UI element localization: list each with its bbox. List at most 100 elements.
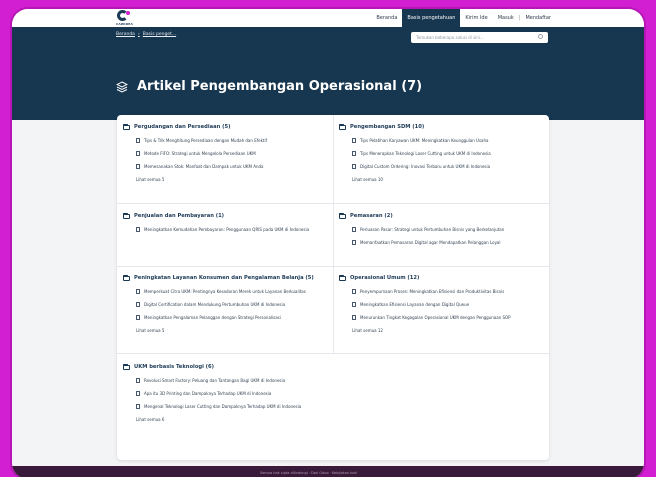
article-title: Meningkatkan Kemudahan Pembayaran: Pengg… bbox=[144, 227, 310, 232]
article-link[interactable]: Perluasan Pasar: Strategi untuk Pertumbu… bbox=[352, 227, 504, 232]
section-title-link[interactable]: Pengembangan SDM (10) bbox=[339, 123, 491, 130]
section-pengembangan-sdm: Pengembangan SDM (10) Tips Pelatihan Kar… bbox=[339, 123, 491, 182]
article-title: Meningkatkan Pengalaman Pelanggan dengan… bbox=[144, 315, 281, 320]
article-link[interactable]: Meningkatkan Pengalaman Pelanggan dengan… bbox=[136, 315, 314, 320]
see-all-link[interactable]: Lihat semua 5 bbox=[136, 328, 314, 333]
folder-icon bbox=[123, 274, 130, 281]
document-icon bbox=[136, 227, 140, 232]
article-title: Mengenal Teknologi Laser Cutting dan Dam… bbox=[144, 404, 302, 409]
article-title: Metode FIFO: Strategi untuk Mengelola Pe… bbox=[144, 151, 256, 156]
article-title: Penyempurnaan Proses: Meningkatkan Efisi… bbox=[360, 289, 505, 294]
page-title-row: Artikel Pengembangan Operasional (7) bbox=[116, 79, 422, 94]
document-icon bbox=[136, 164, 140, 169]
breadcrumb-current[interactable]: Basis penget... bbox=[143, 32, 176, 37]
article-title: Memanfaatkan Pemasaran Digital agar Mend… bbox=[360, 240, 501, 245]
article-link[interactable]: Meningkatkan Efisiensi Layanan dengan Di… bbox=[352, 302, 511, 307]
row-divider bbox=[117, 266, 549, 267]
section-pemasaran: Pemasaran (2) Perluasan Pasar: Strategi … bbox=[339, 212, 504, 245]
article-link[interactable]: Digital Certification dalam Mendukung Pe… bbox=[136, 302, 314, 307]
document-icon bbox=[136, 315, 140, 320]
section-pergudangan: Pergudangan dan Persediaan (5) Tips & Tr… bbox=[123, 123, 267, 182]
see-all-link[interactable]: Lihat semua 10 bbox=[352, 177, 491, 182]
nav-basis-pengetahuan[interactable]: Basis pengetahuan bbox=[402, 9, 461, 27]
document-icon bbox=[352, 240, 356, 245]
section-title-link[interactable]: UKM berbasis Teknologi (6) bbox=[123, 363, 301, 370]
folder-icon bbox=[123, 212, 130, 219]
section-title: Peningkatan Layanan Konsumen dan Pengala… bbox=[134, 275, 314, 281]
see-all-link[interactable]: Lihat semua 12 bbox=[352, 328, 511, 333]
breadcrumb-home[interactable]: Beranda bbox=[116, 32, 135, 37]
article-title: Revolusi Smart Factory: Peluang dan Tant… bbox=[144, 378, 286, 383]
section-title: UKM berbasis Teknologi (6) bbox=[134, 364, 215, 370]
article-link[interactable]: Revolusi Smart Factory: Peluang dan Tant… bbox=[136, 378, 301, 383]
section-title: Penjualan dan Pembayaran (1) bbox=[134, 213, 225, 219]
article-title: Tips Menerapkan Teknologi Laser Cutting … bbox=[360, 151, 491, 156]
article-title: Digital Certification dalam Mendukung Pe… bbox=[144, 302, 286, 307]
document-icon bbox=[352, 227, 356, 232]
layers-icon bbox=[116, 80, 128, 93]
article-link[interactable]: Apa itu 3D Printing dan Dampaknya Terhad… bbox=[136, 391, 301, 396]
page-title: Artikel Pengembangan Operasional (7) bbox=[137, 79, 423, 94]
breadcrumb-separator-icon: › bbox=[137, 32, 140, 37]
article-link[interactable]: Digital Custom Ordering: Inovasi Terbaru… bbox=[352, 164, 491, 169]
article-link[interactable]: Metode FIFO: Strategi untuk Mengelola Pe… bbox=[136, 151, 267, 156]
section-ukm-teknologi: UKM berbasis Teknologi (6) Revolusi Smar… bbox=[123, 363, 301, 422]
article-link[interactable]: Penyempurnaan Proses: Meningkatkan Efisi… bbox=[352, 289, 511, 294]
top-navbar: CAWIDEA Beranda Basis pengetahuan Kirim … bbox=[12, 9, 644, 27]
document-icon bbox=[136, 404, 140, 409]
document-icon bbox=[352, 138, 356, 143]
see-all-link[interactable]: Lihat semua 6 bbox=[136, 417, 301, 422]
nav-beranda[interactable]: Beranda bbox=[371, 9, 402, 27]
nav-kirim-ide[interactable]: Kirim Ide bbox=[460, 9, 492, 27]
logo-dot bbox=[126, 11, 130, 15]
article-link[interactable]: Tips Pelatihan Karyawan UKM: Meningkatka… bbox=[352, 138, 491, 143]
categories-card: Pergudangan dan Persediaan (5) Tips & Tr… bbox=[117, 115, 549, 460]
article-link[interactable]: Mengenal Teknologi Laser Cutting dan Dam… bbox=[136, 404, 301, 409]
section-title-link[interactable]: Penjualan dan Pembayaran (1) bbox=[123, 212, 309, 219]
section-title-link[interactable]: Operasional Umum (12) bbox=[339, 274, 511, 281]
section-title-link[interactable]: Pemasaran (2) bbox=[339, 212, 504, 219]
folder-icon bbox=[123, 363, 130, 370]
folder-icon bbox=[123, 123, 130, 130]
article-link[interactable]: Meningkatkan Kemudahan Pembayaran: Pengg… bbox=[136, 227, 309, 232]
row-divider bbox=[117, 353, 549, 354]
article-link[interactable]: Memanfaatkan Pemasaran Digital agar Mend… bbox=[352, 240, 504, 245]
document-icon bbox=[136, 138, 140, 143]
logo-text: CAWIDEA bbox=[116, 22, 134, 26]
section-title: Operasional Umum (12) bbox=[350, 275, 420, 281]
article-link[interactable]: Tips & Trik Menghitung Persediaan dengan… bbox=[136, 138, 267, 143]
document-icon bbox=[136, 391, 140, 396]
article-link[interactable]: Memperkuat Citra UKM: Pentingnya Kesadar… bbox=[136, 289, 314, 294]
document-icon bbox=[136, 289, 140, 294]
section-title: Pemasaran (2) bbox=[350, 213, 393, 219]
see-all-link[interactable]: Lihat semua 5 bbox=[136, 177, 267, 182]
folder-icon bbox=[339, 212, 346, 219]
article-title: Meningkatkan Efisiensi Layanan dengan Di… bbox=[360, 302, 470, 307]
section-title-link[interactable]: Peningkatan Layanan Konsumen dan Pengala… bbox=[123, 274, 314, 281]
footer-text: Semua hak cipta dilindungi · Dari Odoo ·… bbox=[260, 471, 358, 475]
document-icon bbox=[352, 302, 356, 307]
article-title: Menurunkan Tingkat Kegagalan Operasional… bbox=[360, 315, 511, 320]
article-link[interactable]: Memesanakan Stok: Manfaat dan Dampak unt… bbox=[136, 164, 267, 169]
footer: Semua hak cipta dilindungi · Dari Odoo ·… bbox=[12, 466, 644, 477]
nav-mendaftar[interactable]: Mendaftar bbox=[520, 9, 556, 27]
article-title: Digital Custom Ordering: Inovasi Terbaru… bbox=[360, 164, 491, 169]
nav-masuk[interactable]: Masuk bbox=[493, 9, 519, 27]
document-icon bbox=[352, 151, 356, 156]
row-divider bbox=[117, 203, 549, 204]
section-penjualan: Penjualan dan Pembayaran (1) Meningkatka… bbox=[123, 212, 309, 232]
article-link[interactable]: Menurunkan Tingkat Kegagalan Operasional… bbox=[352, 315, 511, 320]
search-icon[interactable] bbox=[538, 34, 543, 39]
folder-icon bbox=[339, 274, 346, 281]
section-peningkatan-layanan: Peningkatan Layanan Konsumen dan Pengala… bbox=[123, 274, 314, 333]
document-icon bbox=[352, 164, 356, 169]
section-title-link[interactable]: Pergudangan dan Persediaan (5) bbox=[123, 123, 267, 130]
article-link[interactable]: Tips Menerapkan Teknologi Laser Cutting … bbox=[352, 151, 491, 156]
search-input[interactable]: Temukan beberapa solusi di sini... bbox=[411, 32, 548, 43]
brand-logo[interactable]: CAWIDEA bbox=[116, 10, 134, 26]
document-icon bbox=[352, 315, 356, 320]
breadcrumb: Beranda › Basis penget... bbox=[116, 32, 176, 37]
article-title: Memperkuat Citra UKM: Pentingnya Kesadar… bbox=[144, 289, 306, 294]
hero-banner: Beranda › Basis penget... Temukan beberapa… bbox=[12, 27, 644, 120]
article-title: Tips & Trik Menghitung Persediaan dengan… bbox=[144, 138, 267, 143]
